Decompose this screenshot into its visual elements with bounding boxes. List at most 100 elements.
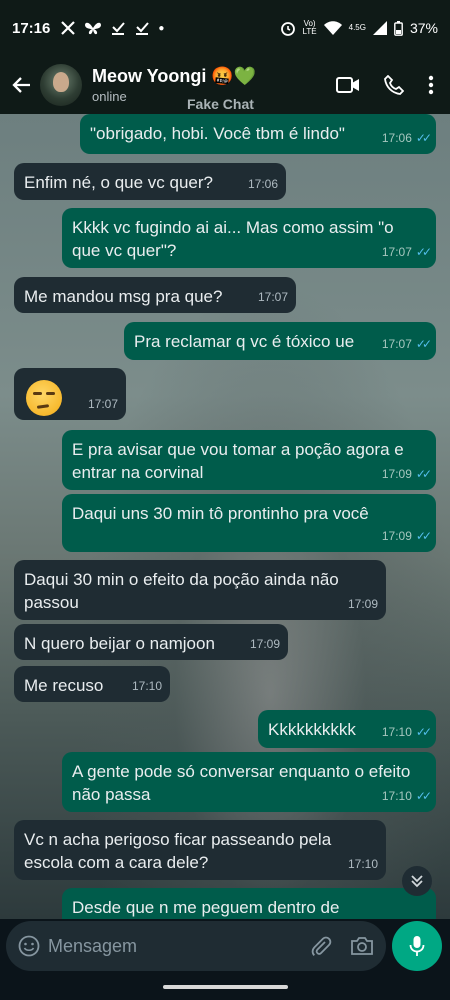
message-input-placeholder: Mensagem: [48, 935, 138, 956]
status-right: Vo) LTE 4.5G 37%: [280, 20, 438, 36]
message-text: Kkkk vc fugindo ai ai... Mas como assim …: [72, 218, 394, 260]
fake-chat-watermark: Fake Chat: [187, 96, 254, 112]
input-right-icons: [310, 935, 374, 957]
message-text: Me mandou msg pra que?: [24, 287, 223, 306]
read-ticks-icon: ✓✓: [415, 725, 432, 739]
message-bubble[interactable]: Enfim né, o que vc quer? 17:06: [14, 163, 286, 200]
video-call-icon[interactable]: [336, 76, 360, 94]
message-text: E pra avisar que vou tomar a poção agora…: [72, 440, 404, 482]
message-bubble[interactable]: Me mandou msg pra que? 17:07: [14, 277, 296, 313]
message-time: 17:10: [347, 857, 378, 871]
notification-icons: ●: [60, 20, 164, 36]
message-text: Daqui uns 30 min tô prontinho pra você: [72, 504, 369, 523]
read-ticks-icon: ✓✓: [415, 789, 432, 803]
message-meta: 17:09 ✓✓: [381, 525, 432, 548]
message-meta: 17:07: [258, 286, 288, 309]
input-bar: Mensagem: [0, 919, 450, 973]
message-text: "obrigado, hobi. Você tbm é lindo": [90, 124, 345, 143]
message-time: 17:09: [381, 529, 412, 543]
message-time: 17:09: [381, 467, 412, 481]
volte-bottom: LTE: [302, 27, 317, 36]
message-time: 17:09: [249, 637, 280, 651]
message-bubble[interactable]: Vc n acha perigoso ficar passeando pela …: [14, 820, 386, 880]
dot-icon: ●: [158, 22, 165, 34]
message-meta: 17:10 ✓✓: [381, 721, 432, 744]
message-text: Pra reclamar q vc é tóxico ue: [134, 332, 355, 351]
message-meta: 17:10: [348, 853, 378, 876]
message-bubble[interactable]: E pra avisar que vou tomar a poção agora…: [62, 430, 436, 490]
message-time: 17:10: [381, 789, 412, 803]
home-gesture-handle[interactable]: [163, 985, 288, 989]
message-time: 17:10: [131, 679, 162, 693]
message-meta: 17:09: [348, 593, 378, 616]
message-text: Daqui 30 min o efeito da poção ainda não…: [24, 570, 339, 612]
butterfly-icon: [85, 22, 102, 35]
message-bubble[interactable]: Kkkk vc fugindo ai ai... Mas como assim …: [62, 208, 436, 268]
message-meta: 17:06 ✓✓: [381, 127, 432, 150]
check-download-icon: [112, 22, 126, 35]
check-download-icon: [136, 22, 150, 35]
message-text: Kkkkkkkkkk: [268, 720, 356, 739]
message-bubble[interactable]: 17:07: [14, 368, 126, 420]
message-time: 17:06: [247, 177, 278, 191]
scroll-to-bottom-button[interactable]: [402, 866, 432, 896]
message-bubble[interactable]: Desde que n me peguem dentro de: [62, 888, 436, 919]
message-meta: 17:10 ✓✓: [381, 785, 432, 808]
back-button[interactable]: [6, 70, 36, 100]
message-bubble[interactable]: "obrigado, hobi. Você tbm é lindo" 17:06…: [80, 114, 436, 154]
message-text: Enfim né, o que vc quer?: [24, 173, 214, 192]
message-bubble[interactable]: A gente pode só conversar enquanto o efe…: [62, 752, 436, 812]
unamused-emoji-icon: [26, 380, 62, 416]
contact-name: Meow Yoongi 🤬💚: [92, 66, 257, 86]
read-ticks-icon: ✓✓: [415, 467, 432, 481]
wifi-icon: [323, 21, 342, 35]
more-vertical-icon[interactable]: [428, 75, 434, 95]
message-time: 17:06: [381, 131, 412, 145]
signal-label: 4.5G: [348, 23, 366, 32]
message-time: 17:10: [381, 725, 412, 739]
status-bar: 17:16 ● Vo) LTE 4.5G 37%: [0, 0, 450, 56]
message-time: 17:07: [381, 337, 412, 351]
message-meta: 17:09 ✓✓: [381, 463, 432, 486]
message-bubble[interactable]: Kkkkkkkkkk 17:10 ✓✓: [258, 710, 436, 748]
chat-area[interactable]: "obrigado, hobi. Você tbm é lindo" 17:06…: [0, 114, 450, 919]
mic-button[interactable]: [392, 921, 442, 971]
message-meta: 17:07 ✓✓: [381, 241, 432, 264]
status-time: 17:16: [12, 19, 51, 37]
emoji-icon[interactable]: [18, 935, 40, 957]
alarm-icon: [280, 22, 295, 36]
message-time: 17:07: [381, 245, 412, 259]
chevron-double-down-icon: [411, 875, 423, 888]
message-time: 17:07: [257, 290, 288, 304]
message-bubble[interactable]: N quero beijar o namjoon 17:09: [14, 624, 288, 660]
back-arrow-icon: [12, 77, 30, 93]
message-bubble[interactable]: Daqui 30 min o efeito da poção ainda não…: [14, 560, 386, 620]
message-meta: 17:07 ✓✓: [381, 333, 432, 356]
message-text: Desde que n me peguem dentro de: [72, 898, 340, 917]
message-bubble[interactable]: Pra reclamar q vc é tóxico ue 17:07 ✓✓: [124, 322, 436, 360]
message-input[interactable]: Mensagem: [6, 921, 386, 971]
mic-icon: [409, 936, 425, 956]
message-meta: 17:06: [248, 173, 278, 196]
read-ticks-icon: ✓✓: [415, 131, 432, 145]
message-text: Vc n acha perigoso ficar passeando pela …: [24, 830, 332, 872]
camera-icon[interactable]: [350, 936, 374, 956]
message-meta: 17:10: [132, 675, 162, 698]
header-actions: [336, 75, 444, 95]
phone-icon[interactable]: [384, 75, 404, 95]
volte-label: Vo) LTE: [303, 20, 317, 36]
x-app-icon: [61, 21, 76, 35]
signal-icon: [372, 21, 387, 35]
read-ticks-icon: ✓✓: [415, 529, 432, 543]
battery-icon: [394, 20, 403, 36]
message-bubble[interactable]: Me recuso 17:10: [14, 666, 170, 702]
avatar[interactable]: [40, 64, 82, 106]
message-text: Me recuso: [24, 676, 104, 695]
message-text: N quero beijar o namjoon: [24, 634, 215, 653]
read-ticks-icon: ✓✓: [415, 337, 432, 351]
battery-percent: 37%: [409, 20, 438, 36]
message-bubble[interactable]: Daqui uns 30 min tô prontinho pra você 1…: [62, 494, 436, 552]
read-ticks-icon: ✓✓: [415, 245, 432, 259]
message-time: 17:09: [347, 597, 378, 611]
attach-icon[interactable]: [310, 935, 332, 957]
